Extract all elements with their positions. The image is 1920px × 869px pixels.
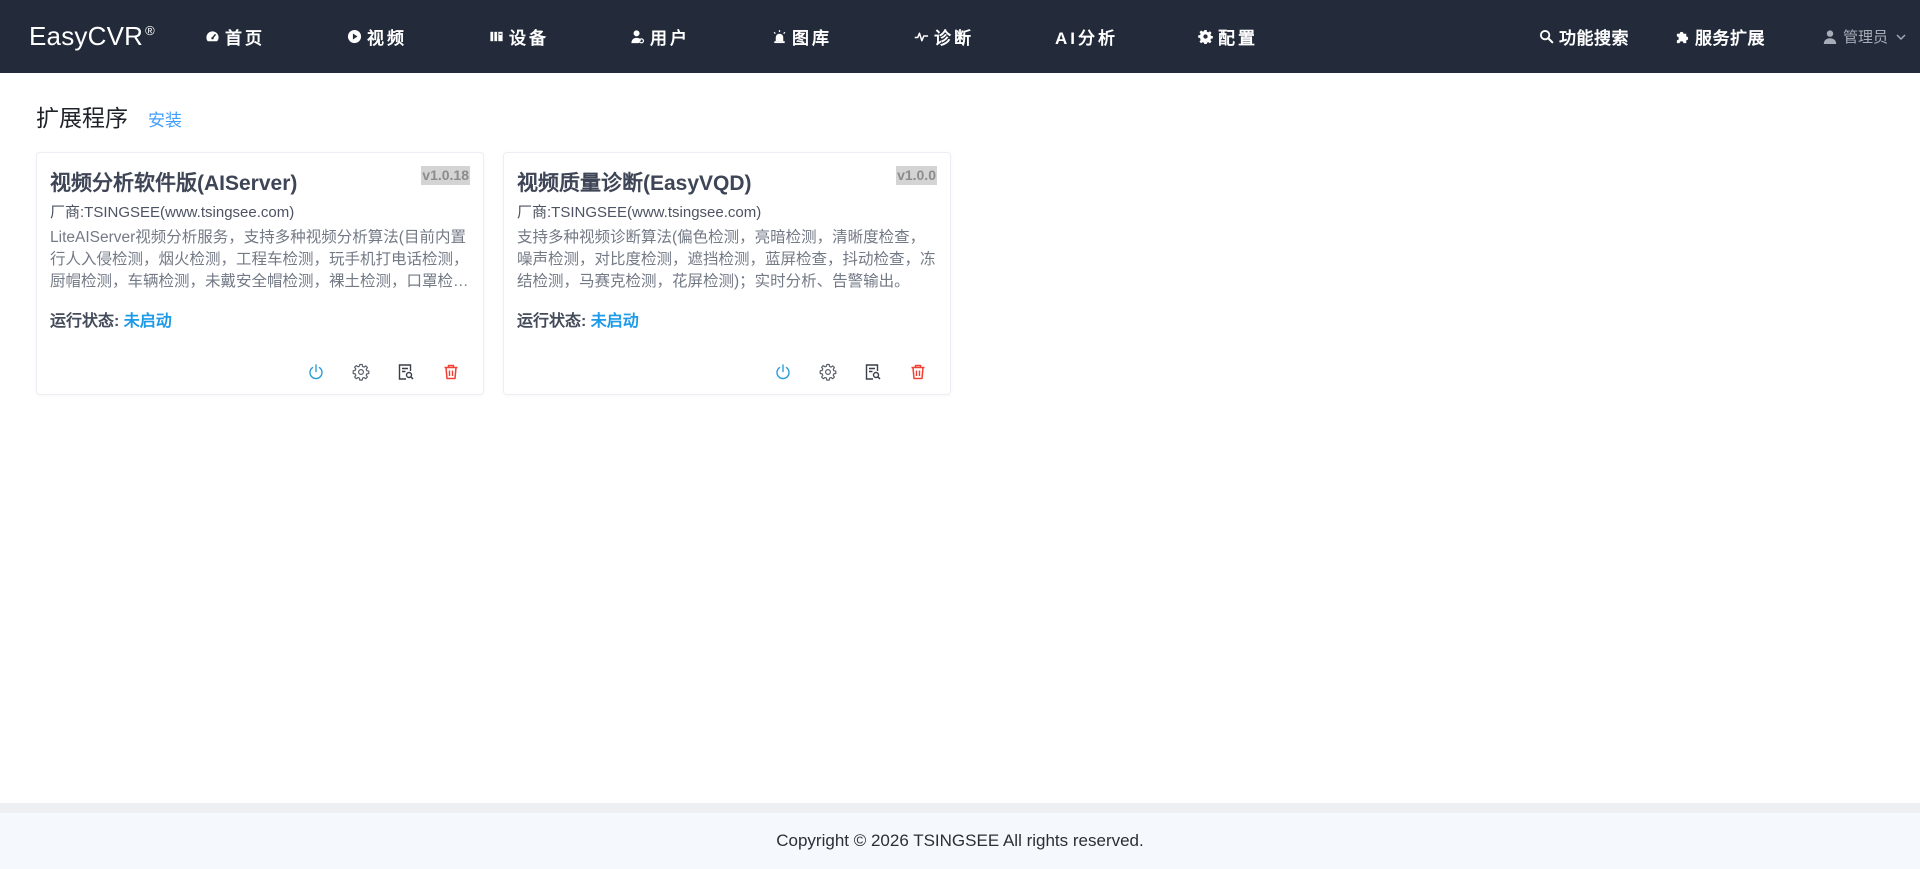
extension-vendor: 厂商:TSINGSEE(www.tsingsee.com) — [50, 204, 295, 221]
run-status: 运行状态: 未启动 — [517, 307, 639, 331]
page-title: 扩展程序 — [36, 105, 128, 131]
nav-item-user[interactable]: 用户 — [629, 0, 690, 73]
footer: Copyright © 2026 TSINGSEE All rights res… — [0, 813, 1920, 869]
function-search-label: 功能搜索 — [1559, 29, 1629, 48]
extension-vendor: 厂商:TSINGSEE(www.tsingsee.com) — [517, 204, 762, 221]
run-status: 运行状态: 未启动 — [50, 307, 172, 331]
puzzle-icon — [1674, 29, 1690, 45]
extension-name: 视频分析软件版(AIServer) — [50, 172, 298, 195]
log-button[interactable] — [850, 362, 895, 382]
settings-button[interactable] — [805, 362, 850, 382]
gear-icon — [819, 363, 836, 381]
install-link[interactable]: 安装 — [148, 106, 182, 131]
power-icon — [308, 364, 323, 380]
extension-description: 支持多种视频诊断算法(偏色检测，亮暗检测，清晰度检查，噪声检测，对比度检测，遮挡… — [517, 229, 936, 290]
power-icon — [775, 364, 790, 380]
start-button[interactable] — [293, 362, 338, 382]
nav-label: 首页 — [225, 29, 265, 48]
chevron-down-icon — [1895, 31, 1907, 43]
nav-item-video[interactable]: 视频 — [346, 0, 407, 73]
extension-card-easyvqd: v1.0.0 视频质量诊断(EasyVQD) 厂商:TSINGSEE(www.t… — [503, 152, 951, 395]
app-logo[interactable]: EasyCVR ® — [29, 0, 155, 73]
settings-button[interactable] — [338, 362, 383, 382]
run-status-value: 未启动 — [123, 313, 172, 330]
gear-icon — [1197, 29, 1213, 45]
extension-description: LiteAIServer视频分析服务，支持多种视频分析算法(目前内置行人入侵检测… — [50, 229, 469, 290]
delete-button[interactable] — [895, 362, 940, 382]
gear-icon — [352, 363, 369, 381]
nav-item-config[interactable]: 配置 — [1197, 0, 1258, 73]
dashboard-icon — [204, 29, 220, 45]
extension-card-aiserver: v1.0.18 视频分析软件版(AIServer) 厂商:TSINGSEE(ww… — [36, 152, 484, 395]
version-badge: v1.0.0 — [896, 166, 937, 185]
service-extensions-label: 服务扩展 — [1695, 29, 1765, 48]
brand-name: EasyCVR — [29, 21, 144, 51]
nav-item-gallery[interactable]: 图库 — [771, 0, 832, 73]
footer-divider — [0, 803, 1920, 813]
registered-mark: ® — [145, 23, 155, 38]
card-actions — [293, 362, 473, 382]
copyright-text: Copyright © 2026 TSINGSEE All rights res… — [776, 831, 1144, 850]
log-search-icon — [865, 364, 881, 380]
run-status-label: 运行状态: — [517, 313, 587, 330]
extension-name: 视频质量诊断(EasyVQD) — [517, 172, 752, 195]
service-extensions-button[interactable]: 服务扩展 — [1674, 0, 1765, 73]
nav-item-device[interactable]: 设备 — [488, 0, 549, 73]
top-navigation-bar: EasyCVR ® 首页 视频 设备 用户 图库 诊断 AI分析 配置 功能搜索… — [0, 0, 1920, 73]
version-badge: v1.0.18 — [421, 166, 470, 185]
nav-item-home[interactable]: 首页 — [204, 0, 265, 73]
trash-icon — [444, 364, 457, 380]
nav-label: 配置 — [1218, 29, 1258, 48]
device-icon — [488, 29, 504, 45]
log-button[interactable] — [383, 362, 428, 382]
play-circle-icon — [346, 29, 362, 45]
card-actions — [760, 362, 940, 382]
user-menu[interactable]: 管理员 — [1822, 0, 1907, 73]
delete-button[interactable] — [428, 362, 473, 382]
search-icon — [1538, 29, 1554, 45]
user-name: 管理员 — [1843, 29, 1889, 46]
run-status-value: 未启动 — [590, 313, 639, 330]
nav-label: 视频 — [367, 29, 407, 48]
alarm-light-icon — [771, 29, 787, 45]
log-search-icon — [398, 364, 414, 380]
pulse-icon — [913, 29, 929, 45]
nav-label: 图库 — [792, 29, 832, 48]
user-avatar-icon — [1822, 29, 1838, 45]
function-search-button[interactable]: 功能搜索 — [1538, 0, 1629, 73]
run-status-label: 运行状态: — [50, 313, 120, 330]
nav-item-ai-analysis[interactable]: AI分析 — [1055, 0, 1118, 73]
trash-icon — [911, 364, 924, 380]
nav-item-diagnosis[interactable]: 诊断 — [913, 0, 974, 73]
nav-label: 用户 — [650, 29, 690, 48]
nav-label: AI分析 — [1055, 29, 1118, 48]
start-button[interactable] — [760, 362, 805, 382]
nav-label: 设备 — [509, 29, 549, 48]
nav-label: 诊断 — [934, 29, 974, 48]
user-icon — [629, 29, 645, 45]
